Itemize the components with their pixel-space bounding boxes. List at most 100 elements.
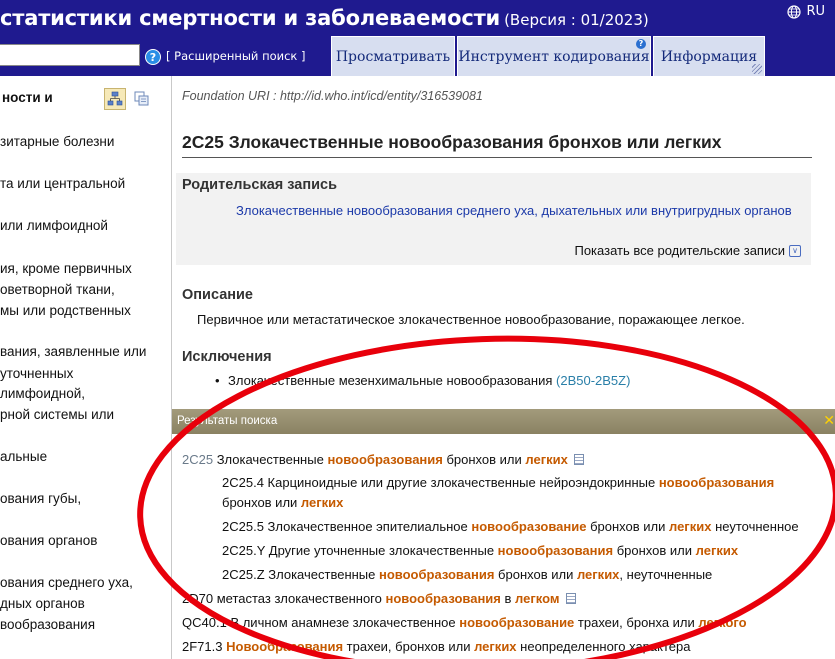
parent-link[interactable]: Злокачественные новообразования среднего… <box>236 201 796 221</box>
search-result-row[interactable]: 2C25.5 Злокачественное эпителиальное нов… <box>222 517 799 537</box>
result-text: бронхов или <box>494 567 577 582</box>
result-text: В личном анамнезе злокачественное <box>230 615 460 630</box>
result-code: 2C25.Y <box>222 543 266 558</box>
tree-item[interactable]: ия, кроме первичных <box>0 258 132 279</box>
tab-help-badge-icon[interactable]: ? <box>636 39 646 49</box>
result-highlight: новообразования <box>497 543 614 558</box>
tab-coding-tool[interactable]: Инструмент кодирования ? <box>457 36 651 76</box>
parent-section: Родительская запись Злокачественные ново… <box>176 173 811 265</box>
tree-item[interactable]: дных органов <box>0 593 85 614</box>
result-highlight: новообразования <box>379 567 495 582</box>
result-highlight: новообразование <box>459 615 575 630</box>
show-all-parents-button[interactable]: Показать все родительские записи ∨ <box>574 243 801 258</box>
result-text: , неуточненные <box>619 567 713 582</box>
tree-item[interactable]: ования губы, <box>0 488 81 509</box>
result-code: 2C25 <box>182 452 214 467</box>
resize-grip-icon <box>752 64 762 74</box>
search-results-title: Результаты поиска <box>177 415 278 427</box>
result-highlight: новообразование <box>471 519 587 534</box>
tree-item[interactable]: ования среднего уха, <box>0 572 133 593</box>
search-result-row[interactable]: 2F71.3 Новообразования трахеи, бронхов и… <box>182 637 690 657</box>
search-result-row[interactable]: 2C25.Y Другие уточненные злокачественные… <box>222 541 738 561</box>
tree-item[interactable]: альные <box>0 446 47 467</box>
result-highlight: новообразования <box>385 591 501 606</box>
tab-info[interactable]: Информация <box>653 36 765 76</box>
app-title: статистики смертности и заболеваемости <box>0 6 501 30</box>
page-title: 2C25 Злокачественные новообразования бро… <box>182 132 812 158</box>
show-all-parents-label: Показать все родительские записи <box>574 243 785 258</box>
search-result-row[interactable]: 2C25 Злокачественные новообразования бро… <box>182 450 585 470</box>
tree-item[interactable]: уточненных <box>0 363 73 384</box>
exclusion-code-link[interactable]: (2B50-2B5Z) <box>556 373 630 388</box>
chevron-down-icon: ∨ <box>789 244 801 257</box>
search-result-row[interactable]: 2C25.4 Карциноидные или другие злокачест… <box>222 473 774 493</box>
tree-view-icon <box>107 91 123 106</box>
result-text: неуточненное <box>711 519 799 534</box>
result-text: Другие уточненные злокачественные <box>268 543 498 558</box>
document-icon[interactable] <box>566 593 577 604</box>
search-result-row[interactable]: 2C25.Z Злокачественные новообразования б… <box>222 565 712 585</box>
tree-item[interactable]: вообразования <box>0 614 95 635</box>
result-highlight: новообразования <box>327 452 443 467</box>
language-label: RU <box>806 4 825 19</box>
result-highlight: легких <box>474 639 517 654</box>
exclusion-text: Злокачественные мезенхимальные новообраз… <box>228 373 553 388</box>
result-text: метастаз злокачественного <box>216 591 386 606</box>
search-results-panel: Результаты поиска ✕ 2C25 Злокачественные… <box>172 409 835 659</box>
tree-item[interactable]: зитарные болезни <box>0 131 114 152</box>
result-highlight: легких <box>525 452 568 467</box>
copy-view-icon <box>134 91 149 106</box>
result-highlight: легких <box>695 543 739 558</box>
result-text: Карциноидные или другие злокачественные … <box>267 475 659 490</box>
tree-item[interactable]: рной системы или <box>0 404 114 425</box>
tree-item[interactable]: лимфоидной, <box>0 383 85 404</box>
result-highlight: легкого <box>698 615 747 630</box>
document-icon[interactable] <box>574 454 585 465</box>
tree-item[interactable]: ования органов <box>0 530 97 551</box>
result-text: трахеи, бронха или <box>574 615 699 630</box>
result-code: 2F71.3 <box>182 639 223 654</box>
result-text: Злокачественные <box>268 567 379 582</box>
result-text: Злокачественные <box>216 452 328 467</box>
help-icon[interactable]: ? <box>145 49 161 65</box>
app-header: статистики смертности и заболеваемости (В… <box>0 0 835 76</box>
result-text: бронхов или <box>442 452 526 467</box>
result-highlight: Новообразования <box>226 639 344 654</box>
description-text: Первичное или метастатическое злокачеств… <box>197 312 745 327</box>
tree-view-button[interactable] <box>104 88 126 110</box>
classification-tree: ности и зитарные болезни та или централь… <box>0 76 172 659</box>
result-code: 2C25.5 <box>222 519 264 534</box>
foundation-uri: Foundation URI : http://id.who.int/icd/e… <box>182 89 483 103</box>
exclusion-item: Злокачественные мезенхимальные новообраз… <box>215 373 630 388</box>
entity-details: Foundation URI : http://id.who.int/icd/e… <box>172 76 835 409</box>
result-highlight: легких <box>668 519 712 534</box>
result-code: QC40.1 <box>182 615 227 630</box>
close-icon[interactable]: ✕ <box>823 413 835 429</box>
result-highlight: легком <box>515 591 560 606</box>
tree-item[interactable]: или лимфоидной <box>0 215 108 236</box>
result-text: Злокачественное эпителиальное <box>267 519 472 534</box>
tree-item[interactable]: та или центральной <box>0 173 125 194</box>
globe-icon <box>787 4 802 19</box>
advanced-search-link[interactable]: [ Расширенный поиск ] <box>166 49 306 63</box>
result-highlight: легких <box>300 495 344 510</box>
result-code: 2C25.4 <box>222 475 264 490</box>
tree-item[interactable]: оветворной ткани, <box>0 279 115 300</box>
search-result-row[interactable]: QC40.1 В личном анамнезе злокачественное… <box>182 613 747 633</box>
tab-browse-label: Просматривать <box>335 48 451 65</box>
result-highlight: легких <box>576 567 620 582</box>
search-result-row[interactable]: 2D70 метастаз злокачественного новообраз… <box>182 589 577 609</box>
result-code: 2C25.Z <box>222 567 265 582</box>
language-selector[interactable]: RU <box>787 4 825 19</box>
tree-item[interactable]: вания, заявленные или <box>0 341 146 362</box>
tree-item[interactable]: мы или родственных <box>0 300 131 321</box>
result-text: трахеи, бронхов или <box>343 639 475 654</box>
copy-view-button[interactable] <box>131 88 153 110</box>
tab-browse[interactable]: Просматривать <box>331 36 455 76</box>
result-text: бронхов или <box>222 495 301 510</box>
title-row: статистики смертности и заболеваемости (В… <box>0 6 649 36</box>
search-input[interactable] <box>0 44 140 66</box>
result-highlight: новообразования <box>658 475 775 490</box>
exclusions-heading: Исключения <box>182 349 272 365</box>
search-result-row-continuation[interactable]: бронхов или легких <box>222 493 343 513</box>
